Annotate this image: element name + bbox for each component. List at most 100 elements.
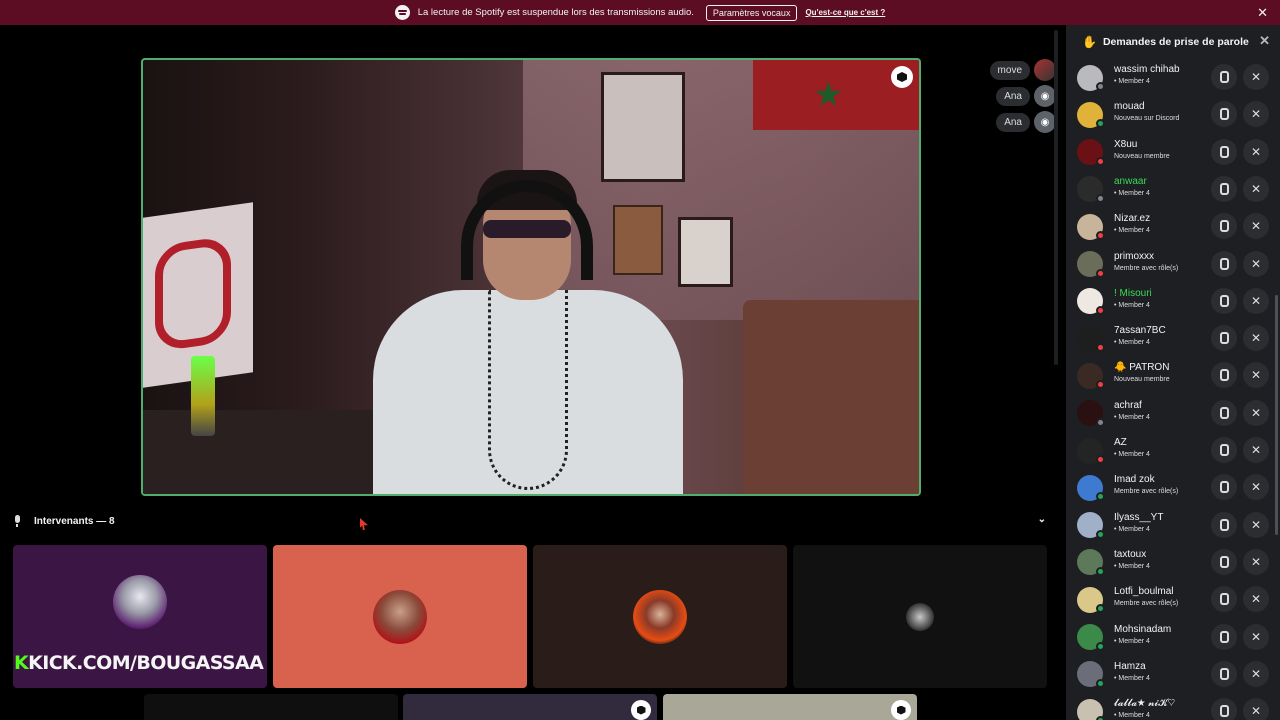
request-user-name: achraf xyxy=(1114,399,1142,411)
kick-banner: KKICK.COM/BOUGASSAA xyxy=(14,652,264,674)
reject-request-icon[interactable]: ✕ xyxy=(1243,287,1269,314)
reject-request-icon[interactable]: ✕ xyxy=(1243,175,1269,202)
main-scrollbar[interactable] xyxy=(1054,30,1058,365)
request-user-role: • Member 4 xyxy=(1114,525,1150,533)
streamer xyxy=(373,170,683,494)
speak-request-row[interactable]: Hamza • Member 4 ✕ xyxy=(1066,656,1280,693)
accept-speaker-icon[interactable] xyxy=(1211,287,1237,314)
status-indicator xyxy=(1096,566,1105,576)
speak-request-row[interactable]: Imad zok Membre avec rôle(s) ✕ xyxy=(1066,469,1280,506)
accept-speaker-icon[interactable] xyxy=(1211,660,1237,687)
voice-settings-button[interactable]: Paramètres vocaux xyxy=(705,4,798,21)
accept-speaker-icon[interactable] xyxy=(1211,548,1237,575)
speakers-header[interactable]: Intervenants — 8 ⌄ xyxy=(12,512,1050,530)
accept-speaker-icon[interactable] xyxy=(1211,64,1237,90)
stream-badge-icon[interactable] xyxy=(631,700,651,720)
status-indicator xyxy=(1096,492,1105,502)
request-user-role: • Member 4 xyxy=(1114,301,1150,309)
stream-badge-icon[interactable] xyxy=(891,700,911,720)
panel-scrollbar[interactable] xyxy=(1275,295,1278,535)
reject-request-icon[interactable]: ✕ xyxy=(1243,399,1269,426)
request-user-role: Nouveau sur Discord xyxy=(1114,115,1180,123)
side-user[interactable]: move xyxy=(989,59,1056,81)
speak-requests-panel: ✋ Demandes de prise de parole ✕ wassim c… xyxy=(1066,25,1280,720)
stream-badge-icon[interactable] xyxy=(891,66,913,88)
status-indicator xyxy=(1096,417,1105,427)
banner-close-icon[interactable]: ✕ xyxy=(1257,5,1268,21)
speak-request-row[interactable]: Mohsinadam • Member 4 ✕ xyxy=(1066,619,1280,656)
request-user-role: • Member 4 xyxy=(1114,451,1150,458)
speak-request-row[interactable]: taxtoux • Member 4 ✕ xyxy=(1066,544,1280,581)
speak-request-row[interactable]: 𝓵𝓪𝓵𝓵𝓪★ 𝓷𝓲𝓚♡ • Member 4 ✕ xyxy=(1066,693,1280,720)
speaker-tile[interactable] xyxy=(793,545,1047,688)
reject-request-icon[interactable]: ✕ xyxy=(1243,250,1269,277)
side-user-name: move xyxy=(989,60,1030,80)
reject-request-icon[interactable]: ✕ xyxy=(1243,474,1269,501)
speak-request-row[interactable]: mouad Nouveau sur Discord ✕ xyxy=(1066,96,1280,133)
speak-request-row[interactable]: ! Misouri • Member 4 ✕ xyxy=(1066,283,1280,320)
reject-request-icon[interactable]: ✕ xyxy=(1243,64,1269,90)
speaker-tile[interactable] xyxy=(403,694,657,720)
accept-speaker-icon[interactable] xyxy=(1211,213,1237,240)
accept-speaker-icon[interactable] xyxy=(1211,362,1237,389)
speaker-tile[interactable] xyxy=(144,694,398,720)
reject-request-icon[interactable]: ✕ xyxy=(1243,548,1269,575)
accept-speaker-icon[interactable] xyxy=(1211,511,1237,538)
request-user-name: 𝓵𝓪𝓵𝓵𝓪★ 𝓷𝓲𝓚♡ xyxy=(1114,698,1176,710)
accept-speaker-icon[interactable] xyxy=(1211,250,1237,277)
speak-request-row[interactable]: primoxxx Membre avec rôle(s) ✕ xyxy=(1066,246,1280,283)
speak-request-row[interactable]: wassim chihab • Member 4 ✕ xyxy=(1066,59,1280,96)
speak-request-row[interactable]: Lotfi_boulmal Membre avec rôle(s) ✕ xyxy=(1066,581,1280,618)
reject-request-icon[interactable]: ✕ xyxy=(1243,101,1269,128)
speak-request-row[interactable]: 7assan7BC • Member 4 ✕ xyxy=(1066,320,1280,357)
help-link[interactable]: Qu'est-ce que c'est ? xyxy=(805,8,885,17)
side-user[interactable]: Ana ◉ xyxy=(996,111,1056,133)
speak-request-row[interactable]: AZ • Member 4 ✕ xyxy=(1066,432,1280,469)
reject-request-icon[interactable]: ✕ xyxy=(1243,698,1269,720)
reject-request-icon[interactable]: ✕ xyxy=(1243,138,1269,165)
accept-speaker-icon[interactable] xyxy=(1211,399,1237,426)
side-user-name: Ana xyxy=(996,86,1030,106)
reject-request-icon[interactable]: ✕ xyxy=(1243,586,1269,613)
request-user-role: • Member 4 xyxy=(1114,637,1150,645)
speak-request-row[interactable]: Nizar.ez • Member 4 ✕ xyxy=(1066,208,1280,245)
accept-speaker-icon[interactable] xyxy=(1211,623,1237,650)
request-user-role: • Member 4 xyxy=(1114,674,1150,682)
accept-speaker-icon[interactable] xyxy=(1211,437,1237,463)
accept-speaker-icon[interactable] xyxy=(1211,101,1237,128)
microphone-icon xyxy=(12,515,22,527)
request-user-name: wassim chihab xyxy=(1114,64,1180,75)
accept-speaker-icon[interactable] xyxy=(1211,138,1237,165)
reject-request-icon[interactable]: ✕ xyxy=(1243,660,1269,687)
speak-request-row[interactable]: 🐥 PATRON Nouveau membre ✕ xyxy=(1066,357,1280,394)
wall-poster xyxy=(601,72,685,182)
chevron-down-icon[interactable]: ⌄ xyxy=(1038,514,1046,525)
status-indicator xyxy=(1096,119,1105,129)
close-icon[interactable]: ✕ xyxy=(1259,33,1270,49)
accept-speaker-icon[interactable] xyxy=(1211,175,1237,202)
speaker-tile[interactable] xyxy=(663,694,917,720)
reject-request-icon[interactable]: ✕ xyxy=(1243,437,1269,463)
speak-request-row[interactable]: achraf • Member 4 ✕ xyxy=(1066,395,1280,432)
speaker-tile[interactable] xyxy=(273,545,527,688)
speaker-tile[interactable] xyxy=(533,545,787,688)
request-user-role: Membre avec rôle(s) xyxy=(1114,264,1179,272)
request-user-role: • Member 4 xyxy=(1114,189,1150,197)
accept-speaker-icon[interactable] xyxy=(1211,325,1237,352)
speaker-tile[interactable]: KKICK.COM/BOUGASSAA xyxy=(13,545,267,688)
accept-speaker-icon[interactable] xyxy=(1211,586,1237,613)
speak-request-row[interactable]: anwaar • Member 4 ✕ xyxy=(1066,171,1280,208)
main-video-stream[interactable]: ★ xyxy=(141,58,921,496)
reject-request-icon[interactable]: ✕ xyxy=(1243,325,1269,352)
accept-speaker-icon[interactable] xyxy=(1211,698,1237,720)
reject-request-icon[interactable]: ✕ xyxy=(1243,511,1269,538)
status-indicator xyxy=(1096,678,1105,688)
accept-speaker-icon[interactable] xyxy=(1211,474,1237,501)
side-user[interactable]: Ana ◉ xyxy=(996,85,1056,107)
reject-request-icon[interactable]: ✕ xyxy=(1243,213,1269,240)
request-user-name: mouad xyxy=(1114,101,1145,113)
speak-request-row[interactable]: Ilyass__YT • Member 4 ✕ xyxy=(1066,507,1280,544)
reject-request-icon[interactable]: ✕ xyxy=(1243,623,1269,650)
reject-request-icon[interactable]: ✕ xyxy=(1243,362,1269,389)
speak-request-row[interactable]: X8uu Nouveau membre ✕ xyxy=(1066,134,1280,171)
